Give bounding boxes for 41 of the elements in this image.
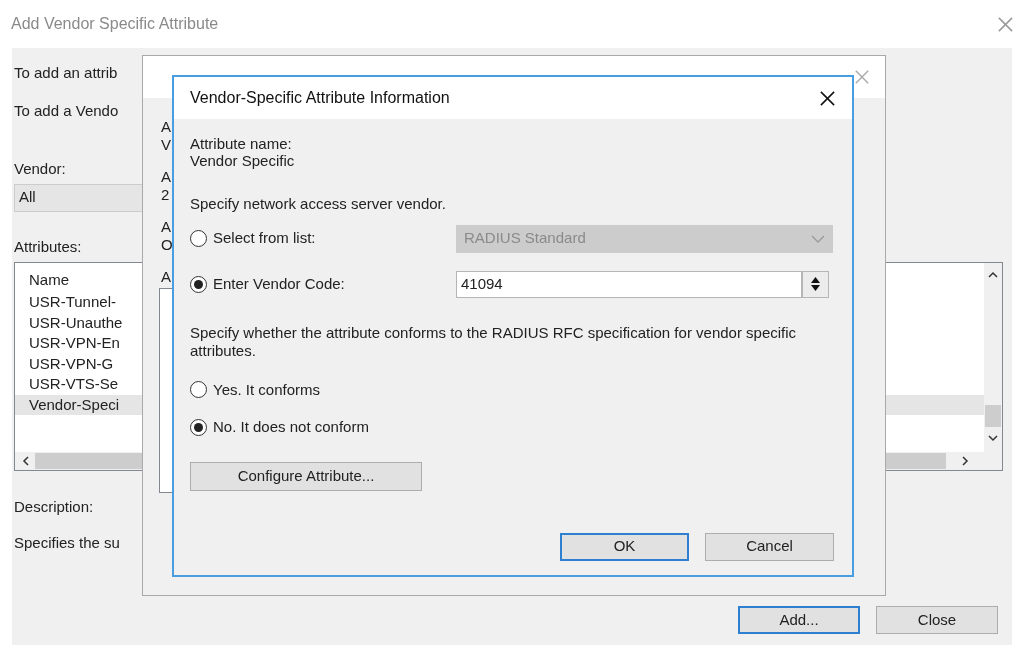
radio-button[interactable] (190, 230, 207, 247)
field-label: Vendor: (14, 159, 66, 179)
vendor-code-field[interactable]: 41094 (456, 270, 802, 298)
dialog-button[interactable]: Add... (738, 606, 860, 634)
spin-up-icon[interactable] (811, 277, 820, 283)
dialog-title: Vendor-Specific Attribute Information (190, 88, 450, 108)
description-text: Specifies the su (14, 532, 120, 553)
radio-label[interactable]: Yes. It conforms (213, 378, 320, 401)
label-fragment: 2 (161, 186, 171, 204)
label-fragment: O (161, 236, 173, 254)
scroll-down-icon[interactable] (988, 435, 998, 442)
window-title: Add Vendor Specific Attribute (11, 14, 219, 34)
scrollbar-thumb[interactable] (985, 405, 1001, 427)
field-label: Attributes: (14, 236, 82, 257)
radio-label[interactable]: No. It does not conform (213, 416, 369, 439)
label-fragment: A (161, 268, 171, 286)
spinner-control[interactable] (802, 270, 829, 298)
dialog-button[interactable]: Close (876, 606, 998, 634)
instruction-text: To add a Vendo (14, 100, 119, 121)
configure-button[interactable]: Configure Attribute... (190, 461, 422, 491)
label-fragment: A (161, 118, 171, 136)
dialog-button[interactable]: Cancel (705, 532, 834, 561)
close-icon[interactable] (819, 89, 836, 107)
field-label: Attribute name: (190, 135, 292, 152)
radio-label[interactable]: Select from list: (213, 227, 316, 250)
field-label: Description: (14, 497, 94, 517)
label-fragment: A (161, 168, 171, 186)
section-prompt: Specify whether the attribute conforms to the RADIUS RFC specification for vendor specific attributes. (190, 323, 798, 360)
vertical-scrollbar[interactable] (984, 263, 1002, 470)
label-fragment: V (161, 136, 171, 154)
spin-down-icon[interactable] (811, 285, 820, 291)
radio-button[interactable] (190, 418, 207, 436)
scroll-up-icon[interactable] (988, 271, 998, 278)
dialog-button[interactable]: OK (560, 532, 689, 561)
attribute-name: Vendor Specific (190, 152, 295, 169)
radio-button[interactable] (190, 275, 207, 293)
label-fragment: A (161, 218, 172, 236)
radio-label[interactable]: Enter Vendor Code: (213, 272, 345, 296)
radio-button[interactable] (190, 381, 207, 399)
section-prompt: Specify network access server vendor. (190, 194, 446, 214)
instruction-text: To add an attrib (14, 63, 118, 83)
